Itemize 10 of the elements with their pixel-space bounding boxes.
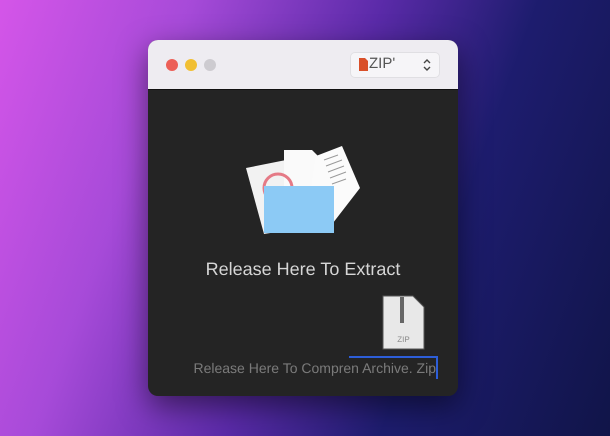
zip-file-label: ZIP [396, 334, 411, 346]
extract-label: Release Here To Extract [206, 258, 400, 281]
zip-file-icon [382, 295, 425, 350]
format-dropdown[interactable]: ZIP' [350, 52, 440, 78]
zoom-button[interactable] [204, 58, 216, 70]
chevron-up-down-icon [423, 58, 431, 70]
minimize-button[interactable] [185, 58, 197, 70]
compress-label: Release Here To Compren Archive. Zip [193, 359, 436, 378]
close-button[interactable] [166, 58, 178, 70]
document-icon [359, 58, 368, 71]
